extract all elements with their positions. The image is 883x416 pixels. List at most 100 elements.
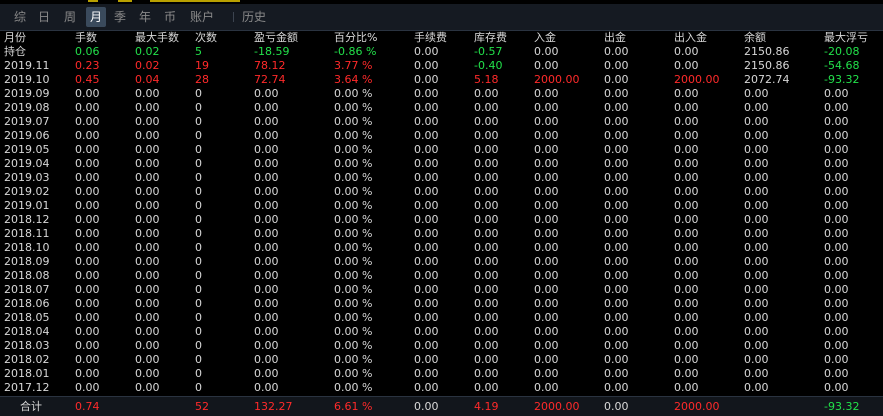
column-header-count[interactable]: 次数 — [195, 31, 217, 45]
table-row[interactable]: 2019.05 0.00 0.00 0 0.00 0.00 % 0.00 0.00 0.00 0.… — [0, 143, 883, 157]
cell-percent: 0.00 % — [334, 381, 373, 394]
table-row[interactable]: 2018.04 0.00 0.00 0 0.00 0.00 % 0.00 0.00 0.00 0.… — [0, 325, 883, 339]
table-row[interactable]: 2018.08 0.00 0.00 0 0.00 0.00 % 0.00 0.00 0.00 0.… — [0, 269, 883, 283]
cell-balance: 0.00 — [744, 213, 769, 226]
cell-withdrawal: 0.00 — [604, 367, 629, 380]
cell-swap: -0.40 — [474, 59, 503, 72]
column-header-withdrawal[interactable]: 出金 — [604, 31, 626, 45]
cell-percent: 0.00 % — [334, 129, 373, 142]
table-row[interactable]: 2017.12 0.00 0.00 0 0.00 0.00 % 0.00 0.00 0.00 0.… — [0, 381, 883, 395]
table-row[interactable]: 2018.07 0.00 0.00 0 0.00 0.00 % 0.00 0.00 0.00 0.… — [0, 283, 883, 297]
column-header-max-drawdown[interactable]: 最大浮亏 — [824, 31, 868, 45]
cell-count: 0 — [195, 185, 202, 198]
cell-month: 2018.07 — [4, 283, 50, 296]
cell-commission: 0.00 — [414, 213, 439, 226]
tab-year[interactable]: 年 — [135, 7, 155, 27]
table-row[interactable]: 2018.01 0.00 0.00 0 0.00 0.00 % 0.00 0.00 0.00 0.… — [0, 367, 883, 381]
cell-lots: 0.00 — [75, 185, 100, 198]
cell-max-lots: 0.00 — [135, 227, 160, 240]
cell-max-drawdown: 0.00 — [824, 381, 849, 394]
cell-month: 2019.05 — [4, 143, 50, 156]
table-row[interactable]: 2018.05 0.00 0.00 0 0.00 0.00 % 0.00 0.00 0.00 0.… — [0, 311, 883, 325]
cell-month: 2018.06 — [4, 297, 50, 310]
cell-commission: 0.00 — [414, 87, 439, 100]
table-row[interactable]: 2019.11 0.23 0.02 19 78.12 3.77 % 0.00 -0.40 0.0… — [0, 59, 883, 73]
cell-month: 2018.04 — [4, 325, 50, 338]
table-row[interactable]: 2018.06 0.00 0.00 0 0.00 0.00 % 0.00 0.00 0.00 0.… — [0, 297, 883, 311]
cell-deposit: 0.00 — [534, 227, 559, 240]
cell-lots: 0.00 — [75, 255, 100, 268]
tab-history[interactable]: 历史 — [233, 7, 270, 27]
cell-count: 0 — [195, 381, 202, 394]
table-row[interactable]: 2019.09 0.00 0.00 0 0.00 0.00 % 0.00 0.00 0.00 0.… — [0, 87, 883, 101]
table-row[interactable]: 2018.10 0.00 0.00 0 0.00 0.00 % 0.00 0.00 0.00 0.… — [0, 241, 883, 255]
cell-swap: 0.00 — [474, 297, 499, 310]
cell-withdrawal: 0.00 — [604, 87, 629, 100]
cell-percent: 3.77 % — [334, 59, 373, 72]
column-header-commission[interactable]: 手续费 — [414, 31, 447, 45]
cell-profit: 0.00 — [254, 87, 279, 100]
cell-deposit: 0.00 — [534, 353, 559, 366]
tab-account[interactable]: 账户 — [186, 7, 218, 27]
cell-max-lots: 0.00 — [135, 297, 160, 310]
table-row[interactable]: 2019.01 0.00 0.00 0 0.00 0.00 % 0.00 0.00 0.00 0.… — [0, 199, 883, 213]
tab-week[interactable]: 周 — [59, 7, 81, 27]
column-header-net-transfer[interactable]: 出入金 — [674, 31, 707, 45]
cell-month: 2018.03 — [4, 339, 50, 352]
table-row-open-positions[interactable]: 持仓 0.06 0.02 5 -18.59 -0.86 % 0.00 -0.57 0.00 0.0… — [0, 45, 883, 59]
total-commission: 0.00 — [414, 400, 439, 413]
column-header-profit[interactable]: 盈亏金额 — [254, 31, 298, 45]
cell-net-transfer: 0.00 — [674, 101, 699, 114]
table-row[interactable]: 2018.09 0.00 0.00 0 0.00 0.00 % 0.00 0.00 0.00 0.… — [0, 255, 883, 269]
tab-day[interactable]: 日 — [34, 7, 54, 27]
table-row[interactable]: 2019.04 0.00 0.00 0 0.00 0.00 % 0.00 0.00 0.00 0.… — [0, 157, 883, 171]
cell-max-lots: 0.00 — [135, 115, 160, 128]
cell-swap: -0.57 — [474, 45, 503, 58]
cell-withdrawal: 0.00 — [604, 129, 629, 142]
cell-lots: 0.45 — [75, 73, 100, 86]
cell-balance: 0.00 — [744, 171, 769, 184]
cell-deposit: 0.00 — [534, 241, 559, 254]
cell-net-transfer: 0.00 — [674, 381, 699, 394]
tab-currency[interactable]: 币 — [160, 7, 180, 27]
cell-net-transfer: 0.00 — [674, 185, 699, 198]
column-header-lots[interactable]: 手数 — [75, 31, 97, 45]
cell-max-lots: 0.00 — [135, 269, 160, 282]
column-header-balance[interactable]: 余额 — [744, 31, 766, 45]
cell-commission: 0.00 — [414, 311, 439, 324]
table-row[interactable]: 2019.02 0.00 0.00 0 0.00 0.00 % 0.00 0.00 0.00 0.… — [0, 185, 883, 199]
column-header-deposit[interactable]: 入金 — [534, 31, 556, 45]
column-header-month[interactable]: 月份 — [4, 31, 26, 45]
column-header-percent[interactable]: 百分比% — [334, 31, 377, 45]
total-withdrawal: 0.00 — [604, 400, 629, 413]
column-header-swap[interactable]: 库存费 — [474, 31, 507, 45]
cell-net-transfer: 0.00 — [674, 339, 699, 352]
cell-lots: 0.00 — [75, 297, 100, 310]
cell-withdrawal: 0.00 — [604, 101, 629, 114]
table-row[interactable]: 2019.08 0.00 0.00 0 0.00 0.00 % 0.00 0.00 0.00 0.… — [0, 101, 883, 115]
tab-month[interactable]: 月 — [86, 7, 106, 27]
cell-swap: 0.00 — [474, 283, 499, 296]
cell-profit: 0.00 — [254, 381, 279, 394]
cell-lots: 0.00 — [75, 241, 100, 254]
column-header-max-lots[interactable]: 最大手数 — [135, 31, 179, 45]
cell-percent: 0.00 % — [334, 297, 373, 310]
cell-swap: 0.00 — [474, 199, 499, 212]
cell-profit: 78.12 — [254, 59, 286, 72]
cell-max-drawdown: -54.68 — [824, 59, 860, 72]
table-row[interactable]: 2018.03 0.00 0.00 0 0.00 0.00 % 0.00 0.00 0.00 0.… — [0, 339, 883, 353]
table-row[interactable]: 2018.12 0.00 0.00 0 0.00 0.00 % 0.00 0.00 0.00 0.… — [0, 213, 883, 227]
tab-summary[interactable]: 综 — [10, 7, 30, 27]
cell-withdrawal: 0.00 — [604, 283, 629, 296]
table-row[interactable]: 2019.03 0.00 0.00 0 0.00 0.00 % 0.00 0.00 0.00 0.… — [0, 171, 883, 185]
tab-quarter[interactable]: 季 — [110, 7, 130, 27]
table-row[interactable]: 2018.02 0.00 0.00 0 0.00 0.00 % 0.00 0.00 0.00 0.… — [0, 353, 883, 367]
table-row[interactable]: 2019.06 0.00 0.00 0 0.00 0.00 % 0.00 0.00 0.00 0.… — [0, 129, 883, 143]
table-row[interactable]: 2019.07 0.00 0.00 0 0.00 0.00 % 0.00 0.00 0.00 0.… — [0, 115, 883, 129]
cell-swap: 0.00 — [474, 339, 499, 352]
cell-max-drawdown: 0.00 — [824, 367, 849, 380]
cell-withdrawal: 0.00 — [604, 353, 629, 366]
cell-month: 2019.09 — [4, 87, 50, 100]
table-row[interactable]: 2018.11 0.00 0.00 0 0.00 0.00 % 0.00 0.00 0.00 0.… — [0, 227, 883, 241]
table-row[interactable]: 2019.10 0.45 0.04 28 72.74 3.64 % 0.00 5.18 2000… — [0, 73, 883, 87]
